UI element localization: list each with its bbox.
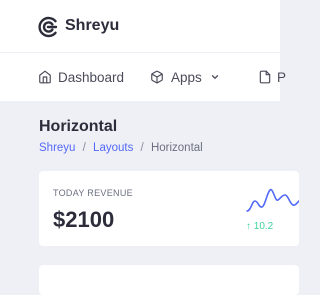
menu-item-dashboard[interactable]: Dashboard <box>38 53 124 101</box>
file-icon <box>259 70 271 84</box>
horizontal-menu: Dashboard Apps P <box>0 52 286 101</box>
growth-value: 10.2 <box>253 221 274 232</box>
arrow-up-icon: ↑ <box>246 221 251 232</box>
widget-label: TODAY REVENUE <box>53 188 133 198</box>
brand-name[interactable]: Shreyu <box>65 17 119 35</box>
page-title: Horizontal <box>39 118 118 135</box>
chevron-down-icon[interactable] <box>210 72 220 82</box>
secondary-card <box>39 265 299 295</box>
breadcrumb-link-layouts[interactable]: Layouts <box>93 142 133 154</box>
menu-item-pages[interactable]: P <box>258 53 286 101</box>
top-navbar: Shreyu <box>0 0 280 52</box>
menu-item-label: P <box>277 69 287 85</box>
breadcrumb-separator: / <box>82 142 86 154</box>
box-icon <box>151 70 163 84</box>
widget-value: $2100 <box>53 207 115 232</box>
menu-item-label: Apps <box>171 69 202 85</box>
revenue-sparkline <box>246 188 299 212</box>
breadcrumb-link-shreyu[interactable]: Shreyu <box>39 142 75 154</box>
breadcrumb: Shreyu / Layouts / Horizontal <box>39 142 203 154</box>
home-icon <box>39 70 51 84</box>
shreyu-logo-icon[interactable] <box>37 16 59 38</box>
breadcrumb-separator: / <box>140 142 144 154</box>
menu-item-apps[interactable]: Apps <box>150 53 220 101</box>
breadcrumb-current: Horizontal <box>150 142 203 154</box>
revenue-widget: TODAY REVENUE $2100 ↑ 10.2 <box>39 171 299 246</box>
menu-item-label: Dashboard <box>58 69 125 85</box>
revenue-growth: ↑ 10.2 <box>246 221 273 232</box>
